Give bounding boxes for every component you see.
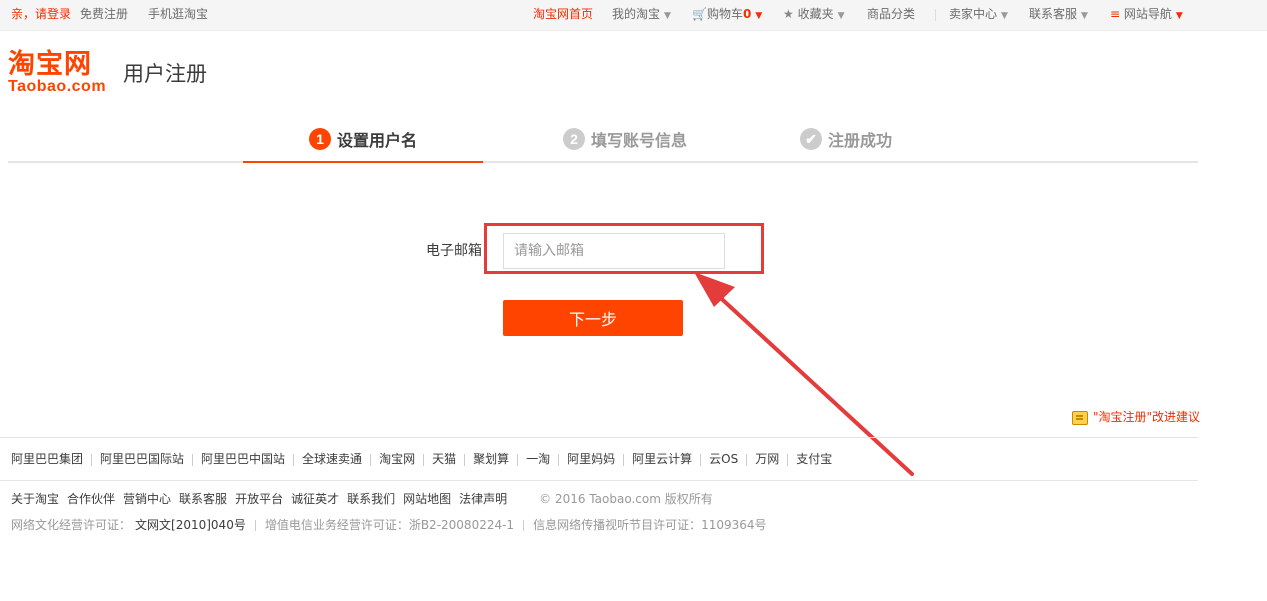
copyright-text: © 2016 Taobao.com 版权所有 xyxy=(539,492,713,506)
partner-link[interactable]: 聚划算 xyxy=(473,452,509,466)
step-account-info: 2 填写账号信息 xyxy=(505,120,745,163)
divider xyxy=(192,453,194,466)
divider xyxy=(700,453,702,466)
step-register-success: ✔ 注册成功 xyxy=(726,120,966,163)
site-nav-label: 网站导航 xyxy=(1123,7,1172,21)
footer-link[interactable]: 联系客服 xyxy=(179,492,227,506)
partner-link[interactable]: 阿里巴巴集团 xyxy=(11,452,83,466)
email-label: 电子邮箱 xyxy=(426,243,482,259)
seller-center-label: 卖家中心 xyxy=(949,7,998,21)
footer-link[interactable]: 开放平台 xyxy=(235,492,283,506)
partner-link[interactable]: 阿里巴巴中国站 xyxy=(201,452,285,466)
step-number-badge: 2 xyxy=(562,128,585,150)
chevron-down-icon: ▼ xyxy=(1175,11,1183,21)
footer-link[interactable]: 网站地图 xyxy=(403,492,451,506)
divider xyxy=(423,453,425,466)
license-value-link[interactable]: 文网文[2010]040号 xyxy=(135,518,246,532)
email-input[interactable] xyxy=(503,233,725,269)
divider xyxy=(293,453,295,466)
divider xyxy=(935,9,936,21)
registration-steps: 1 设置用户名 2 填写账号信息 ✔ 注册成功 xyxy=(8,120,1198,163)
footer-link[interactable]: 联系我们 xyxy=(347,492,395,506)
footer-link[interactable]: 合作伙伴 xyxy=(67,492,115,506)
chevron-down-icon: ▼ xyxy=(837,11,845,21)
logo-text-en: Taobao.com xyxy=(8,78,107,95)
chevron-down-icon: ▼ xyxy=(1081,11,1088,21)
chevron-down-icon: ▼ xyxy=(664,11,671,21)
mobile-taobao-link[interactable]: 手机逛淘宝 xyxy=(148,0,208,29)
partner-link[interactable]: 云OS xyxy=(709,452,738,466)
next-step-button[interactable]: 下一步 xyxy=(503,300,683,336)
partner-link[interactable]: 万网 xyxy=(755,452,779,466)
footer-link[interactable]: 关于淘宝 xyxy=(11,492,59,506)
license-label: 网络文化经营许可证： xyxy=(11,518,132,532)
taobao-home-link[interactable]: 淘宝网首页 xyxy=(533,0,593,29)
license-label: 信息网络传播视听节目许可证：1109364号 xyxy=(533,518,767,532)
partner-link[interactable]: 天猫 xyxy=(432,452,456,466)
site-top-bar: 亲，请登录 免费注册 手机逛淘宝 淘宝网首页 我的淘宝 ▼ 🛒购物车0 ▼ ★ 收藏… xyxy=(0,0,1267,31)
step-number-badge: 1 xyxy=(308,128,331,150)
partner-link[interactable]: 支付宝 xyxy=(796,452,832,466)
footer-divider xyxy=(0,480,1198,481)
license-label: 增值电信业务经营许可证：浙B2-20080224-1 xyxy=(264,518,515,532)
login-link[interactable]: 亲，请登录 xyxy=(11,0,71,29)
partner-link[interactable]: 阿里云计算 xyxy=(632,452,692,466)
footer-link[interactable]: 法律声明 xyxy=(459,492,507,506)
divider xyxy=(464,453,466,466)
step-label: 设置用户名 xyxy=(336,131,417,150)
partner-link[interactable]: 全球速卖通 xyxy=(302,452,362,466)
partner-link[interactable]: 阿里妈妈 xyxy=(567,452,615,466)
step-label: 注册成功 xyxy=(827,131,892,150)
divider xyxy=(558,453,560,466)
favorites-label: 收藏夹 xyxy=(797,7,834,21)
cart-icon: 🛒 xyxy=(692,7,707,21)
footer-link[interactable]: 诚征英才 xyxy=(291,492,339,506)
customer-service-menu[interactable]: 联系客服 ▼ xyxy=(1029,0,1088,29)
divider xyxy=(91,453,93,466)
categories-link[interactable]: 商品分类 xyxy=(867,0,915,29)
divider xyxy=(787,453,789,466)
step-label: 填写账号信息 xyxy=(590,131,687,150)
partner-link[interactable]: 阿里巴巴国际站 xyxy=(100,452,184,466)
my-taobao-label: 我的淘宝 xyxy=(612,7,661,21)
seller-center-menu[interactable]: 卖家中心 ▼ xyxy=(949,0,1008,29)
divider xyxy=(517,453,519,466)
divider xyxy=(254,520,256,531)
divider xyxy=(370,453,372,466)
register-link[interactable]: 免费注册 xyxy=(80,0,128,29)
cart-count: 0 xyxy=(742,7,752,21)
customer-service-label: 联系客服 xyxy=(1029,7,1078,21)
chevron-down-icon: ▼ xyxy=(1001,11,1008,21)
menu-list-icon: ≡ xyxy=(1110,7,1121,21)
about-links: 关于淘宝 合作伙伴 营销中心 联系客服 开放平台 诚征英才 联系我们 网站地图 法律声明 © 20… xyxy=(11,491,713,507)
cart-label: 购物车 xyxy=(706,7,743,21)
partner-link[interactable]: 一淘 xyxy=(526,452,550,466)
partner-links: 阿里巴巴集团 阿里巴巴国际站 阿里巴巴中国站 全球速卖通 淘宝网 天猫 聚划算 一淘 阿里妈妈 阿… xyxy=(11,451,832,467)
divider xyxy=(746,453,748,466)
feedback-icon xyxy=(1072,410,1088,425)
logo-text-cn: 淘宝网 xyxy=(8,49,92,80)
favorites-menu[interactable]: ★ 收藏夹 ▼ xyxy=(783,0,845,29)
checkmark-icon: ✔ xyxy=(799,128,822,150)
feedback-link[interactable]: "淘宝注册"改进建议 xyxy=(1072,409,1200,425)
cart-menu[interactable]: 🛒购物车0 ▼ xyxy=(692,0,762,29)
footer-divider xyxy=(0,437,1198,438)
footer-link[interactable]: 营销中心 xyxy=(123,492,171,506)
license-info: 网络文化经营许可证： 文网文[2010]040号 增值电信业务经营许可证：浙B2-2… xyxy=(11,517,767,533)
chevron-down-icon: ▼ xyxy=(755,11,763,21)
star-icon: ★ xyxy=(783,7,794,21)
page-title: 用户注册 xyxy=(123,62,207,86)
my-taobao-menu[interactable]: 我的淘宝 ▼ xyxy=(612,0,671,29)
step-set-username: 1 设置用户名 xyxy=(243,120,483,163)
partner-link[interactable]: 淘宝网 xyxy=(379,452,415,466)
feedback-label: "淘宝注册"改进建议 xyxy=(1093,410,1201,424)
site-nav-menu[interactable]: ≡ 网站导航 ▼ xyxy=(1110,0,1183,29)
divider xyxy=(623,453,625,466)
taobao-logo[interactable]: 淘宝网 Taobao.com xyxy=(8,51,116,95)
divider xyxy=(523,520,525,531)
